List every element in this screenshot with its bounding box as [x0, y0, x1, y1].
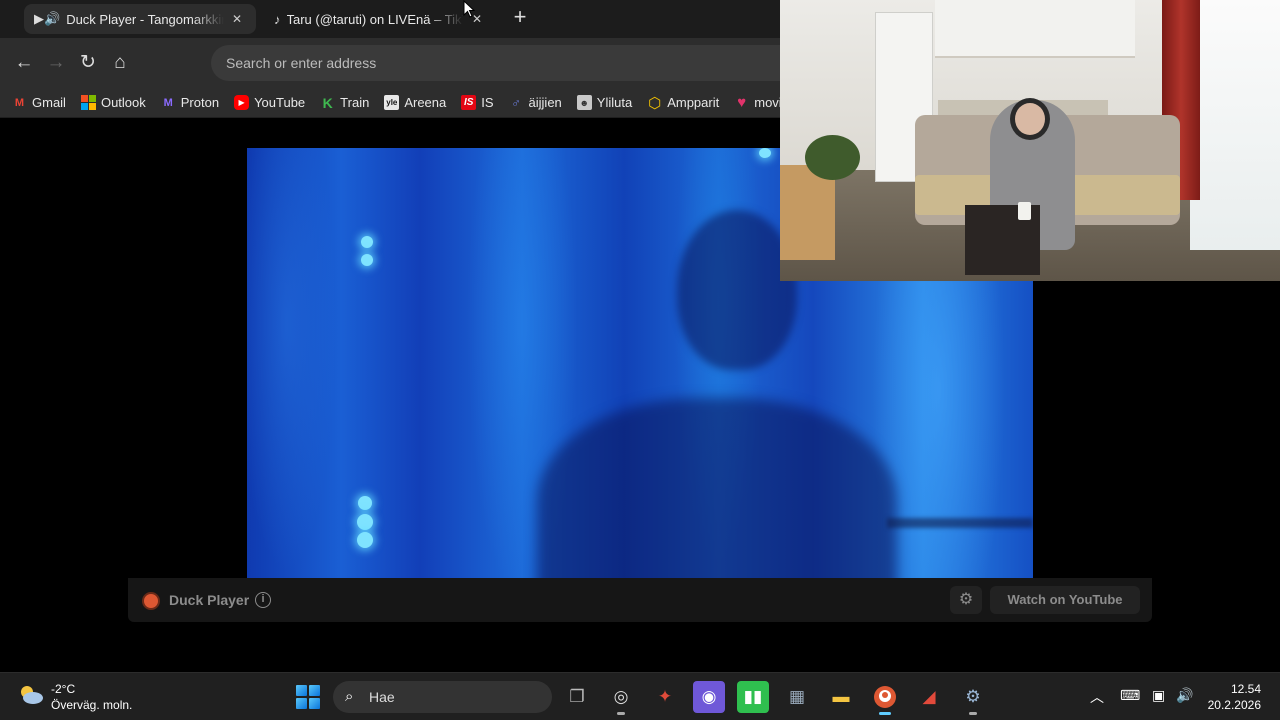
volume-icon[interactable]: 🔊: [1176, 687, 1193, 704]
tiktok-icon: ♪: [274, 11, 281, 27]
close-icon[interactable]: ✕: [228, 12, 246, 26]
stage-light: [357, 514, 373, 530]
train-icon: K: [322, 94, 333, 111]
bookmark-is[interactable]: IS IS: [461, 95, 494, 110]
webcam-cup: [1018, 202, 1031, 220]
bookmark-label: Yliluta: [596, 95, 633, 110]
calculator-icon[interactable]: ▦: [781, 681, 813, 713]
performer-body: [537, 398, 897, 588]
bookmark-label: Proton: [180, 95, 220, 110]
bookmark-aijjien[interactable]: ♂ äijjien: [509, 95, 562, 110]
tab-tiktok[interactable]: ♪ Taru (@taruti) on LIVEnä – TikTok ✕: [264, 4, 496, 34]
network-icon[interactable]: ▣: [1152, 687, 1165, 704]
bookmark-label: Gmail: [32, 95, 66, 110]
bookmark-train[interactable]: K Train: [320, 94, 370, 111]
taskbar-search[interactable]: ⌕ Hae: [333, 681, 552, 713]
bookmark-label: äijjien: [528, 95, 562, 110]
aijjien-icon: ♂: [511, 95, 521, 110]
bookmark-label: YouTube: [254, 95, 306, 110]
stage-light: [358, 496, 372, 510]
file-explorer-icon[interactable]: ▬: [825, 681, 857, 713]
bookmark-label: IS: [481, 95, 494, 110]
forward-button[interactable]: →: [44, 51, 68, 75]
webcam-plant: [805, 135, 860, 180]
stage-light: [361, 236, 373, 248]
back-button[interactable]: ←: [12, 51, 36, 75]
screen-recorder-icon[interactable]: ◉: [693, 681, 725, 713]
stage-light: [357, 532, 373, 548]
search-icon: ⌕: [345, 688, 354, 705]
watch-on-youtube-button[interactable]: Watch on YouTube: [990, 586, 1140, 614]
webcam-kitchen-cabinets: [935, 0, 1135, 58]
bookmark-proton[interactable]: M Proton: [161, 95, 219, 110]
performer-silhouette: [677, 210, 797, 370]
settings-gear-icon[interactable]: ⚙: [950, 586, 982, 614]
taskbar: -2°C Överväg. moln. ⌕ Hae ❐ ◎ ✦ ◉ ▮▮ ▦ ▬…: [0, 672, 1280, 720]
duck-player-title: Duck Player: [169, 592, 250, 608]
areena-icon: yle: [384, 95, 400, 110]
bookmark-label: Areena: [404, 95, 447, 110]
clock-date[interactable]: 20.2.2026: [1208, 698, 1261, 712]
streamlabs-icon[interactable]: ▮▮: [737, 681, 769, 713]
rocket-app-icon[interactable]: ◢: [913, 681, 945, 713]
duck-player-logo-icon: [142, 592, 160, 610]
webcam-overlay: [780, 0, 1280, 281]
is-icon: IS: [461, 95, 477, 110]
ampparit-icon: ⬡: [648, 94, 662, 112]
keyboard-icon[interactable]: ⌨: [1120, 687, 1140, 704]
proton-icon: M: [163, 96, 173, 109]
youtube-speaker-icon: ▶🔊: [34, 11, 61, 26]
stage-bar: [887, 518, 1033, 528]
bookmark-youtube[interactable]: ▶ YouTube: [234, 95, 305, 110]
obs-icon[interactable]: ◎: [605, 681, 637, 715]
outlook-icon: [80, 95, 96, 110]
tab-title: Duck Player - Tangomarkkinat: [66, 11, 224, 27]
bookmark-label: Ampparit: [667, 95, 720, 110]
mouse-cursor-icon: [463, 0, 475, 18]
weather-cloud-icon[interactable]: [18, 685, 44, 705]
bookmark-outlook[interactable]: Outlook: [80, 95, 146, 110]
webcam-window: [1190, 0, 1280, 250]
webcam-person-head: [1010, 98, 1050, 140]
bookmark-gmail[interactable]: M Gmail: [12, 95, 66, 110]
tiktok-live-studio-icon[interactable]: ✦: [649, 681, 681, 713]
bookmark-label: Outlook: [100, 95, 146, 110]
home-button[interactable]: ⌂: [108, 51, 132, 75]
show-hidden-icons-chevron-icon[interactable]: ︿: [1090, 687, 1104, 707]
duckduckgo-browser-icon[interactable]: [869, 681, 901, 715]
tab-duck-player[interactable]: ▶🔊 Duck Player - Tangomarkkinat ✕: [24, 4, 256, 34]
info-icon[interactable]: i: [255, 592, 271, 608]
weather-description[interactable]: Överväg. moln.: [51, 698, 132, 712]
task-view-icon[interactable]: ❐: [561, 681, 593, 713]
reload-button[interactable]: ↻: [76, 51, 100, 75]
ylilauta-icon: ☻: [576, 95, 592, 110]
heart-icon: ♥: [737, 94, 747, 111]
duck-player-bar: Duck Player i ⚙ Watch on YouTube: [128, 578, 1152, 622]
search-placeholder: Hae: [369, 689, 395, 705]
clock-time[interactable]: 12.54: [1231, 682, 1261, 696]
settings-icon[interactable]: ⚙: [957, 681, 989, 715]
youtube-icon: ▶: [234, 95, 250, 110]
tab-title: Taru (@taruti) on LIVEnä – TikTok: [286, 11, 465, 27]
bookmark-areena[interactable]: yle Areena: [384, 95, 446, 110]
windows-start-button[interactable]: [296, 685, 320, 709]
bookmark-ampparit[interactable]: ⬡ Ampparit: [647, 94, 720, 112]
stage-light: [759, 148, 771, 158]
new-tab-button[interactable]: +: [508, 6, 532, 30]
stage-light: [361, 254, 373, 266]
gmail-icon: M: [14, 96, 25, 109]
bookmark-ylilauta[interactable]: ☻ Yliluta: [576, 95, 633, 110]
weather-temperature[interactable]: -2°C: [51, 682, 75, 696]
bookmark-label: Train: [340, 95, 370, 110]
address-placeholder: Search or enter address: [226, 55, 377, 71]
